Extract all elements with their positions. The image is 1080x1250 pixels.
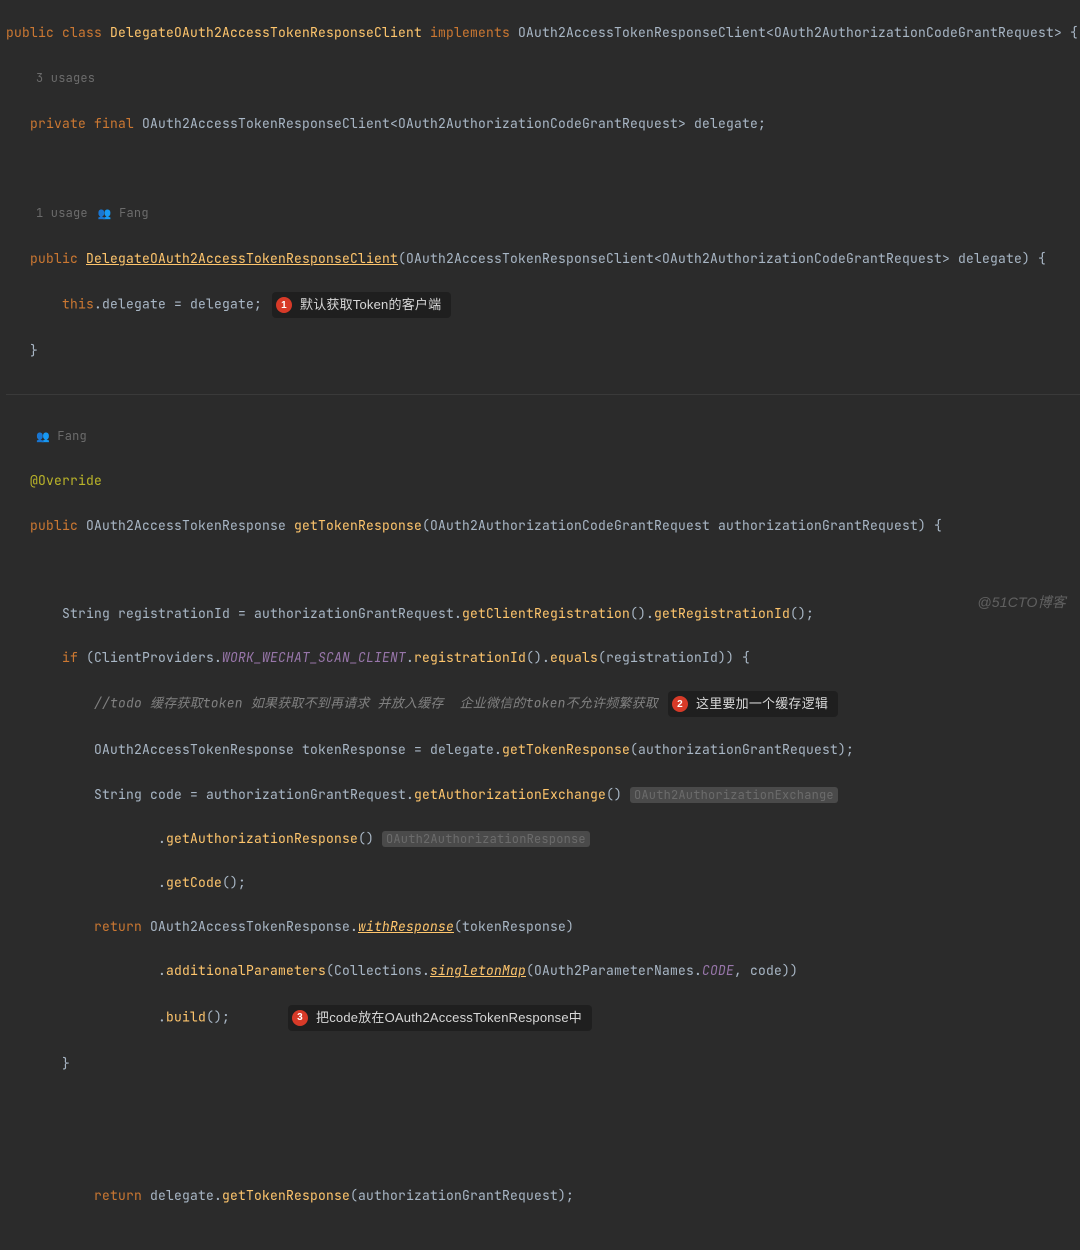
annotation-line: @Override	[6, 470, 1080, 492]
code-line: public DelegateOAuth2AccessTokenResponse…	[6, 248, 1080, 270]
code-line: .additionalParameters(Collections.single…	[6, 960, 1080, 982]
usage-hint: 3 usages	[36, 66, 1080, 90]
code-line: public class DelegateOAuth2AccessTokenRe…	[6, 22, 1080, 44]
inline-type-hint: OAuth2AuthorizationResponse	[382, 831, 590, 847]
author-hint: 👥 Fang	[36, 424, 1080, 449]
callout-3: 3把code放在OAuth2AccessTokenResponse中	[288, 1005, 592, 1031]
code-line: OAuth2AccessTokenResponse tokenResponse …	[6, 739, 1080, 761]
code-line: }	[6, 340, 1080, 362]
author-icon: 👥	[98, 207, 112, 221]
code-line: private final OAuth2AccessTokenResponseC…	[6, 113, 1080, 135]
watermark: @51CTO博客	[977, 591, 1066, 615]
callout-1: 1默认获取Token的客户端	[272, 292, 451, 318]
code-line: return delegate.getTokenResponse(authori…	[6, 1185, 1080, 1207]
code-line: .getCode();	[6, 872, 1080, 894]
code-line: public OAuth2AccessTokenResponse getToke…	[6, 515, 1080, 537]
separator	[6, 394, 1080, 395]
author-icon: 👥	[36, 430, 50, 444]
code-line: }	[6, 1053, 1080, 1075]
inline-type-hint: OAuth2AuthorizationExchange	[630, 787, 838, 803]
code-line: if (ClientProviders.WORK_WECHAT_SCAN_CLI…	[6, 647, 1080, 669]
code-line: String code = authorizationGrantRequest.…	[6, 784, 1080, 806]
code-line: String registrationId = authorizationGra…	[6, 603, 1080, 625]
code-line: this.delegate = delegate;1默认获取Token的客户端	[6, 292, 1080, 318]
code-editor[interactable]: public class DelegateOAuth2AccessTokenRe…	[0, 0, 1080, 1250]
callout-2: 2这里要加一个缓存逻辑	[668, 691, 838, 717]
usage-hint: 1 usage👥 Fang	[36, 201, 1080, 226]
code-line: .build(); 3把code放在OAuth2AccessTokenRespo…	[6, 1005, 1080, 1031]
comment-line: //todo 缓存获取token 如果获取不到再请求 并放入缓存 企业微信的to…	[6, 691, 1080, 717]
code-line: .getAuthorizationResponse() OAuth2Author…	[6, 828, 1080, 850]
code-line: return OAuth2AccessTokenResponse.withRes…	[6, 916, 1080, 938]
